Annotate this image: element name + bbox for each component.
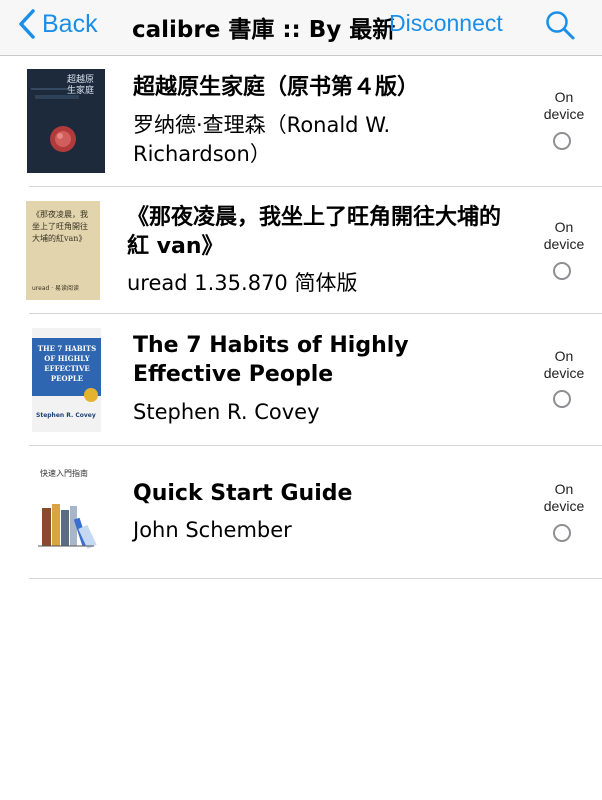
on-device-radio[interactable] — [553, 132, 571, 150]
book-author: 罗纳德·查理森（Ronald W. Richardson） — [133, 113, 391, 166]
book-row[interactable]: 快速入門指南 Quick Start Guide John Schember O… — [0, 446, 602, 578]
search-icon[interactable] — [544, 9, 576, 41]
book-title: Quick Start Guide — [133, 481, 353, 506]
cover-title: 超越原生家庭 — [67, 75, 95, 96]
navigation-bar: Back calibre 書庫 :: By 最新 Disconnect — [0, 0, 602, 56]
books-illustration — [38, 504, 97, 549]
row-divider — [29, 578, 602, 579]
book-author: uread 1.35.870 简体版 — [127, 271, 358, 295]
on-device-label: On device — [543, 481, 585, 514]
disconnect-button[interactable]: Disconnect — [389, 10, 503, 37]
back-label: Back — [42, 9, 98, 38]
book-row[interactable]: 《那夜凌晨，我坐上了旺角開往大埔的紅van》 uread · 易读阅读 《那夜凌… — [0, 187, 602, 313]
book-author: Stephen R. Covey — [133, 400, 320, 424]
back-button[interactable]: Back — [16, 6, 98, 42]
book-cover: 超越原生家庭 — [27, 69, 105, 173]
book-author: John Schember — [133, 518, 292, 542]
book-row[interactable]: 超越原生家庭 超越原生家庭（原书第４版） 罗纳德·查理森（Ronald W. R… — [0, 56, 602, 186]
book-cover: THE 7 HABITS OF HIGHLY EFFECTIVE PEOPLE … — [32, 328, 101, 432]
on-device-label: On device — [543, 219, 585, 252]
page-title: calibre 書庫 :: By 最新 — [132, 17, 396, 43]
cover-footer: uread · 易读阅读 — [32, 285, 80, 292]
book-cover: 快速入門指南 — [32, 466, 101, 558]
on-device-radio[interactable] — [553, 262, 571, 280]
cover-seal — [84, 388, 98, 402]
book-row[interactable]: THE 7 HABITS OF HIGHLY EFFECTIVE PEOPLE … — [0, 314, 602, 445]
book-cover: 《那夜凌晨，我坐上了旺角開往大埔的紅van》 uread · 易读阅读 — [26, 201, 100, 300]
on-device-radio[interactable] — [553, 390, 571, 408]
chevron-left-icon — [19, 9, 35, 39]
on-device-label: On device — [543, 89, 585, 122]
on-device-label: On device — [543, 348, 585, 381]
on-device-radio[interactable] — [553, 524, 571, 542]
book-title: The 7 Habits of Highly Effective People — [133, 333, 409, 387]
book-title: 《那夜凌晨，我坐上了旺角開往大埔的紅 van》 — [127, 205, 502, 259]
cover-title: THE 7 HABITS OF HIGHLY EFFECTIVE PEOPLE — [37, 344, 97, 383]
cover-author: Stephen R. Covey — [36, 412, 96, 419]
cover-title: 《那夜凌晨，我坐上了旺角開往大埔的紅van》 — [32, 210, 88, 243]
book-title: 超越原生家庭（原书第４版） — [133, 75, 420, 100]
